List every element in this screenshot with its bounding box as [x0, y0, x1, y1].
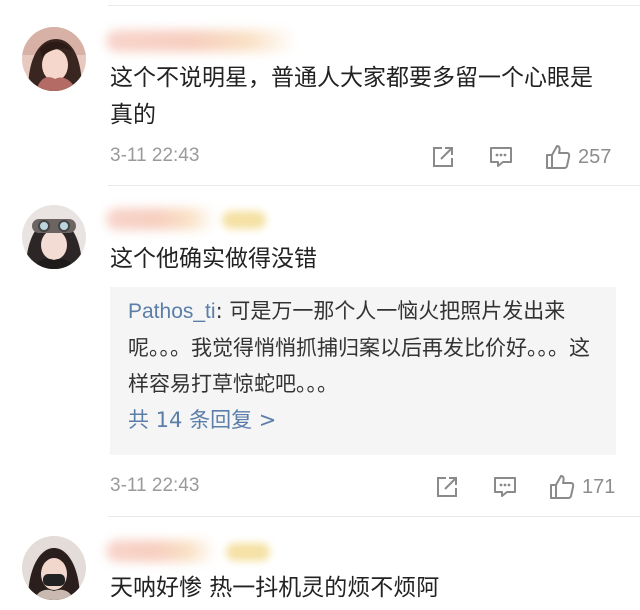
username-blurred[interactable]: [106, 208, 216, 230]
like-count: 257: [578, 145, 612, 168]
like-icon: [550, 475, 575, 499]
view-replies-link[interactable]: 共 14 条回复 >: [128, 402, 276, 438]
timestamp: 3-11 22:43: [110, 475, 200, 496]
like-button[interactable]: 257: [544, 142, 611, 172]
comment-meta: 3-11 22:43 257: [110, 142, 620, 172]
comment-text: 这个他确实做得没错: [110, 246, 317, 272]
comment-divider: [108, 185, 640, 186]
like-count: 171: [582, 475, 616, 498]
comment-text: 天呐好惨 热一抖机灵的烦不烦阿: [110, 575, 440, 601]
user-badge-blurred: [226, 543, 270, 561]
share-button[interactable]: [430, 142, 456, 172]
timestamp: 3-11 22:43: [110, 145, 200, 166]
comment-icon: [494, 477, 516, 497]
comment-text: 这个不说明星，普通人大家都要多留一个心眼是真的: [110, 65, 593, 128]
reply-username[interactable]: Pathos_ti: [128, 300, 216, 323]
reply-preview[interactable]: Pathos_ti: 可是万一那个人一恼火把照片发出来呢。。。我觉得悄悄抓捕归案…: [110, 287, 616, 455]
username-blurred[interactable]: [106, 540, 216, 562]
avatar[interactable]: [22, 205, 86, 269]
comment-meta: 3-11 22:43 171: [110, 472, 620, 502]
like-button[interactable]: 171: [548, 472, 615, 502]
comment-icon: [490, 147, 512, 167]
share-icon: [433, 147, 453, 167]
comment-button[interactable]: [488, 142, 514, 172]
comment-button[interactable]: [492, 472, 518, 502]
avatar[interactable]: [22, 27, 86, 91]
user-badge-blurred: [222, 211, 266, 229]
comment-divider: [108, 516, 640, 517]
share-button[interactable]: [434, 472, 460, 502]
share-icon: [437, 477, 457, 497]
top-divider: [108, 5, 640, 6]
username-blurred[interactable]: [106, 30, 296, 52]
reply-content: Pathos_ti: 可是万一那个人一恼火把照片发出来呢。。。我觉得悄悄抓捕归案…: [128, 293, 598, 402]
avatar[interactable]: [22, 536, 86, 600]
like-icon: [546, 145, 571, 169]
